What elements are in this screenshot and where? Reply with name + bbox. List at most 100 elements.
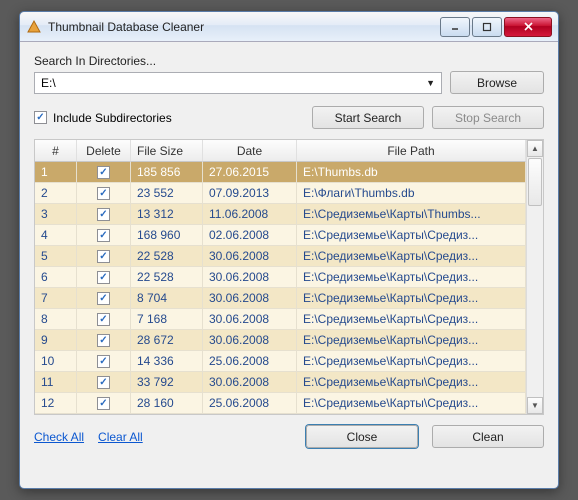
titlebar[interactable]: Thumbnail Database Cleaner: [20, 12, 558, 42]
maximize-button[interactable]: [472, 17, 502, 37]
table-row[interactable]: 1✓185 85627.06.2015E:\Thumbs.db: [35, 162, 526, 183]
cell-size: 7 168: [131, 309, 203, 330]
cell-number: 3: [35, 204, 77, 225]
window-title: Thumbnail Database Cleaner: [48, 20, 438, 34]
clean-button[interactable]: Clean: [432, 425, 544, 448]
search-label: Search In Directories...: [34, 54, 544, 68]
cell-date: 25.06.2008: [203, 393, 297, 414]
cell-size: 28 672: [131, 330, 203, 351]
cell-delete: ✓: [77, 393, 131, 414]
cell-delete: ✓: [77, 267, 131, 288]
stop-search-button[interactable]: Stop Search: [432, 106, 544, 129]
cell-size: 14 336: [131, 351, 203, 372]
cell-delete: ✓: [77, 288, 131, 309]
app-icon: [26, 19, 42, 35]
col-delete[interactable]: Delete: [77, 140, 131, 162]
vertical-scrollbar[interactable]: ▲ ▼: [526, 140, 543, 414]
cell-delete: ✓: [77, 351, 131, 372]
cell-number: 4: [35, 225, 77, 246]
cell-delete: ✓: [77, 246, 131, 267]
table-row[interactable]: 12✓28 16025.06.2008E:\Средиземье\Карты\С…: [35, 393, 526, 414]
scroll-down-icon[interactable]: ▼: [527, 397, 543, 414]
directory-combobox[interactable]: E:\ ▼: [34, 72, 442, 94]
cell-path: E:\Средиземье\Карты\Средиз...: [297, 351, 526, 372]
row-checkbox[interactable]: ✓: [97, 166, 110, 179]
table-row[interactable]: 10✓14 33625.06.2008E:\Средиземье\Карты\С…: [35, 351, 526, 372]
cell-path: E:\Средиземье\Карты\Средиз...: [297, 372, 526, 393]
col-date[interactable]: Date: [203, 140, 297, 162]
cell-date: 30.06.2008: [203, 330, 297, 351]
cell-path: E:\Средиземье\Карты\Thumbs...: [297, 204, 526, 225]
cell-date: 30.06.2008: [203, 246, 297, 267]
cell-date: 11.06.2008: [203, 204, 297, 225]
table-row[interactable]: 7✓8 70430.06.2008E:\Средиземье\Карты\Сре…: [35, 288, 526, 309]
row-checkbox[interactable]: ✓: [97, 334, 110, 347]
table-row[interactable]: 8 ✓ 7 16830.06.2008E:\Средиземье\Карты\Сре…: [35, 309, 526, 330]
row-checkbox[interactable]: ✓: [97, 376, 110, 389]
row-checkbox[interactable]: ✓: [97, 250, 110, 263]
scroll-up-icon[interactable]: ▲: [527, 140, 543, 157]
table-row[interactable]: 6✓22 52830.06.2008E:\Средиземье\Карты\Ср…: [35, 267, 526, 288]
cell-delete: ✓: [77, 183, 131, 204]
cell-size: 23 552: [131, 183, 203, 204]
cell-delete: ✓: [77, 162, 131, 183]
cell-date: 30.06.2008: [203, 288, 297, 309]
cell-date: 25.06.2008: [203, 351, 297, 372]
cell-delete: ✓: [77, 309, 131, 330]
close-window-button[interactable]: [504, 17, 552, 37]
app-window: Thumbnail Database Cleaner Search In Dir…: [19, 11, 559, 489]
scroll-thumb[interactable]: [528, 158, 542, 206]
col-size[interactable]: File Size: [131, 140, 203, 162]
cell-size: 13 312: [131, 204, 203, 225]
clear-all-link[interactable]: Clear All: [98, 430, 143, 444]
cell-size: 33 792: [131, 372, 203, 393]
cell-path: E:\Флаги\Thumbs.db: [297, 183, 526, 204]
browse-button[interactable]: Browse: [450, 71, 544, 94]
table-row[interactable]: 11✓33 79230.06.2008E:\Средиземье\Карты\С…: [35, 372, 526, 393]
close-button[interactable]: Close: [306, 425, 418, 448]
minimize-button[interactable]: [440, 17, 470, 37]
check-all-link[interactable]: Check All: [34, 430, 84, 444]
cell-number: 12: [35, 393, 77, 414]
cell-path: E:\Средиземье\Карты\Средиз...: [297, 288, 526, 309]
cell-size: 22 528: [131, 267, 203, 288]
cell-path: E:\Средиземье\Карты\Средиз...: [297, 267, 526, 288]
table-row[interactable]: 2✓23 55207.09.2013E:\Флаги\Thumbs.db: [35, 183, 526, 204]
table-row[interactable]: 3 ✓ 13 31211.06.2008E:\Средиземье\Карты\Th…: [35, 204, 526, 225]
row-checkbox[interactable]: ✓: [97, 271, 110, 284]
include-subdir-label: Include Subdirectories: [53, 111, 172, 125]
row-checkbox[interactable]: ✓: [97, 313, 110, 326]
cell-number: 5: [35, 246, 77, 267]
cell-delete: ✓: [77, 372, 131, 393]
cell-path: E:\Thumbs.db: [297, 162, 526, 183]
cell-number: 11: [35, 372, 77, 393]
cell-number: 2: [35, 183, 77, 204]
cell-path: E:\Средиземье\Карты\Средиз...: [297, 330, 526, 351]
cell-number: 9: [35, 330, 77, 351]
cell-path: E:\Средиземье\Карты\Средиз...: [297, 309, 526, 330]
include-subdir-checkbox[interactable]: ✓: [34, 111, 47, 124]
cell-size: 185 856: [131, 162, 203, 183]
start-search-button[interactable]: Start Search: [312, 106, 424, 129]
table-row[interactable]: 4✓168 96002.06.2008E:\Средиземье\Карты\С…: [35, 225, 526, 246]
cell-delete: ✓: [77, 225, 131, 246]
row-checkbox[interactable]: ✓: [97, 208, 110, 221]
table-row[interactable]: 5✓22 52830.06.2008E:\Средиземье\Карты\Ср…: [35, 246, 526, 267]
row-checkbox[interactable]: ✓: [97, 355, 110, 368]
cell-date: 30.06.2008: [203, 309, 297, 330]
row-checkbox[interactable]: ✓: [97, 292, 110, 305]
cell-size: 168 960: [131, 225, 203, 246]
cell-delete: ✓: [77, 204, 131, 225]
row-checkbox[interactable]: ✓: [97, 187, 110, 200]
row-checkbox[interactable]: ✓: [97, 229, 110, 242]
cell-path: E:\Средиземье\Карты\Средиз...: [297, 246, 526, 267]
cell-date: 27.06.2015: [203, 162, 297, 183]
col-number[interactable]: #: [35, 140, 77, 162]
row-checkbox[interactable]: ✓: [97, 397, 110, 410]
results-grid: # Delete File Size Date File Path 1✓185 …: [34, 139, 544, 415]
table-row[interactable]: 9 ✓ 28 67230.06.2008E:\Средиземье\Карты\Ср…: [35, 330, 526, 351]
cell-number: 7: [35, 288, 77, 309]
col-path[interactable]: File Path: [297, 140, 526, 162]
cell-number: 8: [35, 309, 77, 330]
scroll-track[interactable]: [527, 207, 543, 397]
